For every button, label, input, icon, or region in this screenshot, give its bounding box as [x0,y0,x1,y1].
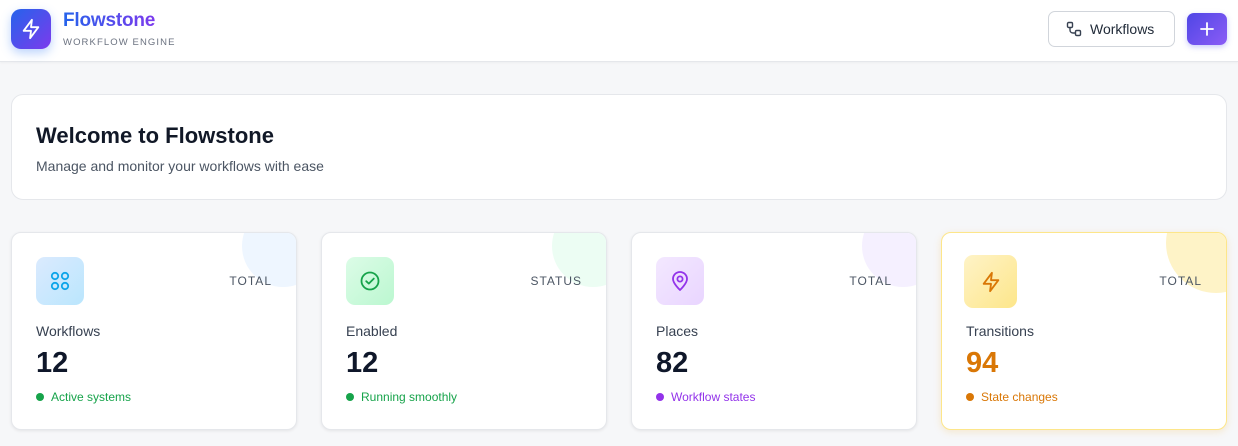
lightning-icon [982,271,999,292]
stat-kind: STATUS [530,274,582,288]
stat-card-workflows[interactable]: TOTAL Workflows 12 Active systems [11,232,297,430]
stat-note-text: Active systems [51,390,132,404]
workflow-icon [1066,21,1082,37]
status-dot [656,393,664,401]
workflows-button-label: Workflows [1090,21,1155,37]
welcome-subtitle: Manage and monitor your workflows with e… [36,158,324,174]
grid-icon [50,271,70,291]
plus-icon [1200,22,1214,36]
brand-name: Flowstone [63,10,156,31]
brand-subtitle: WORKFLOW ENGINE [63,37,176,48]
workflows-button[interactable]: Workflows [1048,11,1175,47]
stat-icon-box [36,257,84,305]
stat-label: Places [656,323,699,339]
stat-card-enabled[interactable]: STATUS Enabled 12 Running smoothly [321,232,607,430]
status-dot [346,393,354,401]
stat-value: 94 [966,347,999,379]
stat-note-text: Workflow states [671,390,756,404]
stat-kind: TOTAL [1159,274,1202,288]
welcome-panel: Welcome to Flowstone Manage and monitor … [11,94,1227,200]
stat-kind: TOTAL [849,274,892,288]
stat-icon-box [346,257,394,305]
stat-label: Transitions [966,323,1034,339]
stat-label: Enabled [346,323,398,339]
top-header: Flowstone WORKFLOW ENGINE Workflows [0,0,1238,62]
check-circle-icon [360,271,380,291]
stat-note: Running smoothly [346,390,457,404]
stat-value: 82 [656,347,689,379]
welcome-title: Welcome to Flowstone [36,123,274,148]
stat-icon-box [964,255,1017,308]
stat-kind: TOTAL [229,274,272,288]
stat-note-text: State changes [981,390,1058,404]
stat-card-places[interactable]: TOTAL Places 82 Workflow states [631,232,917,430]
stat-note-text: Running smoothly [361,390,458,404]
stat-note: State changes [966,390,1058,404]
lightning-icon [22,18,40,40]
stat-note: Workflow states [656,390,755,404]
stat-card-transitions[interactable]: TOTAL Transitions 94 State changes [941,232,1227,430]
stat-value: 12 [346,347,379,379]
stat-label: Workflows [36,323,101,339]
status-dot [36,393,44,401]
stat-note: Active systems [36,390,131,404]
add-button[interactable] [1187,13,1227,45]
stat-value: 12 [36,347,69,379]
status-dot [966,393,974,401]
map-pin-icon [672,271,688,291]
stat-icon-box [656,257,704,305]
app-logo[interactable] [11,9,51,49]
